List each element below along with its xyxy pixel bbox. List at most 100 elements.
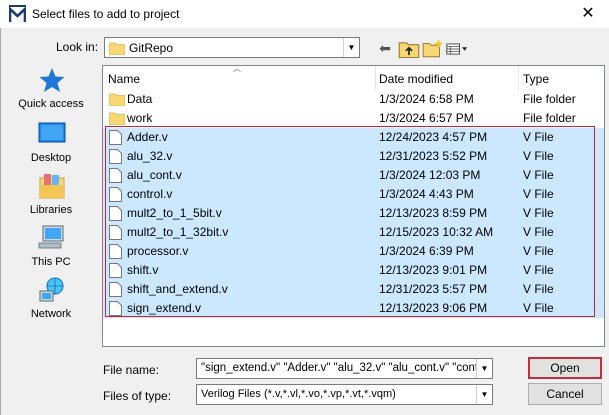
file-icon	[109, 168, 122, 183]
sort-ascending-icon: ︿	[233, 64, 241, 73]
place-label: Quick access	[18, 98, 84, 110]
list-item-file[interactable]: shift.v 12/13/2023 9:01 PM V File	[103, 261, 604, 280]
file-type: File folder	[523, 92, 576, 106]
file-name: shift_and_extend.v	[127, 282, 228, 296]
desktop-icon	[38, 122, 66, 143]
this-pc-icon	[38, 225, 64, 249]
view-menu-icon[interactable]	[446, 39, 468, 59]
look-in-value: GitRepo	[129, 41, 174, 55]
new-folder-icon[interactable]	[422, 38, 444, 58]
window-title: Select files to add to project	[32, 7, 180, 21]
list-item-file[interactable]: control.v 1/3/2024 4:43 PM V File	[103, 185, 604, 204]
file-type: V File	[523, 149, 554, 163]
file-name: shift.v	[127, 263, 159, 277]
file-name: Adder.v	[127, 130, 168, 144]
file-name: alu_32.v	[127, 149, 173, 163]
column-header-type[interactable]: Type	[523, 69, 549, 89]
up-folder-icon[interactable]	[398, 39, 420, 59]
libraries-icon	[39, 174, 65, 199]
file-type: V File	[523, 263, 554, 277]
place-network[interactable]: Network	[4, 276, 98, 326]
file-type: V File	[523, 225, 554, 239]
file-type: V File	[523, 187, 554, 201]
column-header-name[interactable]: Name	[108, 69, 140, 89]
list-item-folder[interactable]: Data 1/3/2024 6:58 PM File folder	[103, 90, 604, 109]
file-type-select[interactable]: Verilog Files (*.v,*.vl,*.vo,*.vp,*.vt,*…	[196, 384, 493, 405]
file-date: 12/15/2023 10:32 AM	[379, 225, 494, 239]
file-type-label: Files of type:	[103, 389, 172, 403]
file-name: control.v	[127, 187, 173, 201]
file-name-value: "sign_extend.v" "Adder.v" "alu_32.v" "al…	[201, 362, 482, 374]
file-type: V File	[523, 244, 554, 258]
file-icon	[109, 244, 122, 259]
file-name: mult2_to_1_32bit.v	[127, 225, 229, 239]
file-type-value: Verilog Files (*.v,*.vl,*.vo,*.vp,*.vt,*…	[201, 388, 396, 400]
list-item-file[interactable]: mult2_to_1_5bit.v 12/13/2023 8:59 PM V F…	[103, 204, 604, 223]
file-name-label: File name:	[103, 363, 160, 377]
file-date: 12/31/2023 5:52 PM	[379, 149, 488, 163]
list-item-folder[interactable]: work 1/3/2024 6:57 PM File folder	[103, 109, 604, 128]
place-libraries[interactable]: Libraries	[4, 172, 98, 222]
quick-access-star-icon	[39, 68, 65, 92]
chevron-down-icon[interactable]: ▼	[343, 38, 359, 57]
file-date: 12/24/2023 4:57 PM	[379, 130, 488, 144]
file-icon	[109, 149, 122, 164]
place-label: Desktop	[30, 152, 72, 164]
chevron-down-icon[interactable]: ▼	[476, 359, 492, 378]
file-date: 12/13/2023 9:06 PM	[379, 301, 488, 315]
app-logo-icon	[9, 5, 26, 22]
place-this-pc[interactable]: This PC	[4, 224, 98, 274]
place-label: Libraries	[29, 204, 73, 216]
list-item-file[interactable]: sign_extend.v 12/13/2023 9:06 PM V File	[103, 299, 604, 318]
file-icon	[109, 187, 122, 202]
open-button[interactable]: Open	[528, 357, 602, 379]
title-bar: Select files to add to project ✕	[0, 0, 609, 28]
file-date: 1/3/2024 6:58 PM	[379, 92, 474, 106]
back-arrow-icon[interactable]: ⬅	[374, 38, 396, 58]
file-name-field[interactable]: "sign_extend.v" "Adder.v" "alu_32.v" "al…	[196, 358, 493, 379]
place-label: Network	[30, 308, 72, 320]
file-date: 1/3/2024 6:39 PM	[379, 244, 474, 258]
file-name: Data	[127, 92, 153, 106]
file-date: 1/3/2024 4:43 PM	[379, 187, 474, 201]
file-date: 1/3/2024 12:03 PM	[379, 168, 481, 182]
place-quick-access[interactable]: Quick access	[4, 66, 98, 116]
file-type: V File	[523, 301, 554, 315]
file-date: 12/13/2023 9:01 PM	[379, 263, 488, 277]
folder-icon	[109, 93, 125, 106]
column-header-date[interactable]: Date modified	[379, 69, 453, 89]
file-name: mult2_to_1_5bit.v	[127, 206, 222, 220]
file-icon	[109, 225, 122, 240]
close-icon[interactable]: ✕	[578, 4, 598, 24]
list-item-file[interactable]: alu_32.v 12/31/2023 5:52 PM V File	[103, 147, 604, 166]
file-name: sign_extend.v	[127, 301, 202, 315]
file-type: V File	[523, 130, 554, 144]
list-item-file[interactable]: Adder.v 12/24/2023 4:57 PM V File	[103, 128, 604, 147]
file-icon	[109, 206, 122, 221]
file-date: 12/31/2023 5:57 PM	[379, 282, 488, 296]
column-divider[interactable]	[518, 66, 519, 90]
file-date: 12/13/2023 8:59 PM	[379, 206, 488, 220]
file-type: V File	[523, 206, 554, 220]
column-divider[interactable]	[375, 66, 376, 90]
file-date: 1/3/2024 6:57 PM	[379, 111, 474, 125]
look-in-label: Look in:	[56, 40, 99, 54]
file-name: processor.v	[127, 244, 189, 258]
chevron-down-icon[interactable]: ▼	[476, 385, 492, 404]
file-icon	[109, 301, 122, 316]
list-item-file[interactable]: shift_and_extend.v 12/31/2023 5:57 PM V …	[103, 280, 604, 299]
folder-icon	[109, 42, 125, 55]
cancel-button[interactable]: Cancel	[528, 383, 602, 405]
list-item-file[interactable]: processor.v 1/3/2024 6:39 PM V File	[103, 242, 604, 261]
file-type: File folder	[523, 111, 576, 125]
place-label: This PC	[31, 256, 71, 268]
file-icon	[109, 130, 122, 145]
list-item-file[interactable]: alu_cont.v 1/3/2024 12:03 PM V File	[103, 166, 604, 185]
file-name: work	[127, 111, 153, 125]
place-desktop[interactable]: Desktop	[4, 120, 98, 170]
network-icon	[39, 277, 64, 302]
file-list[interactable]: ︿ Name Date modified Type Data 1/3/2024 …	[102, 64, 605, 347]
folder-icon	[109, 112, 125, 125]
list-item-file[interactable]: mult2_to_1_32bit.v 12/15/2023 10:32 AM V…	[103, 223, 604, 242]
look-in-combo[interactable]: GitRepo ▼	[104, 37, 360, 58]
